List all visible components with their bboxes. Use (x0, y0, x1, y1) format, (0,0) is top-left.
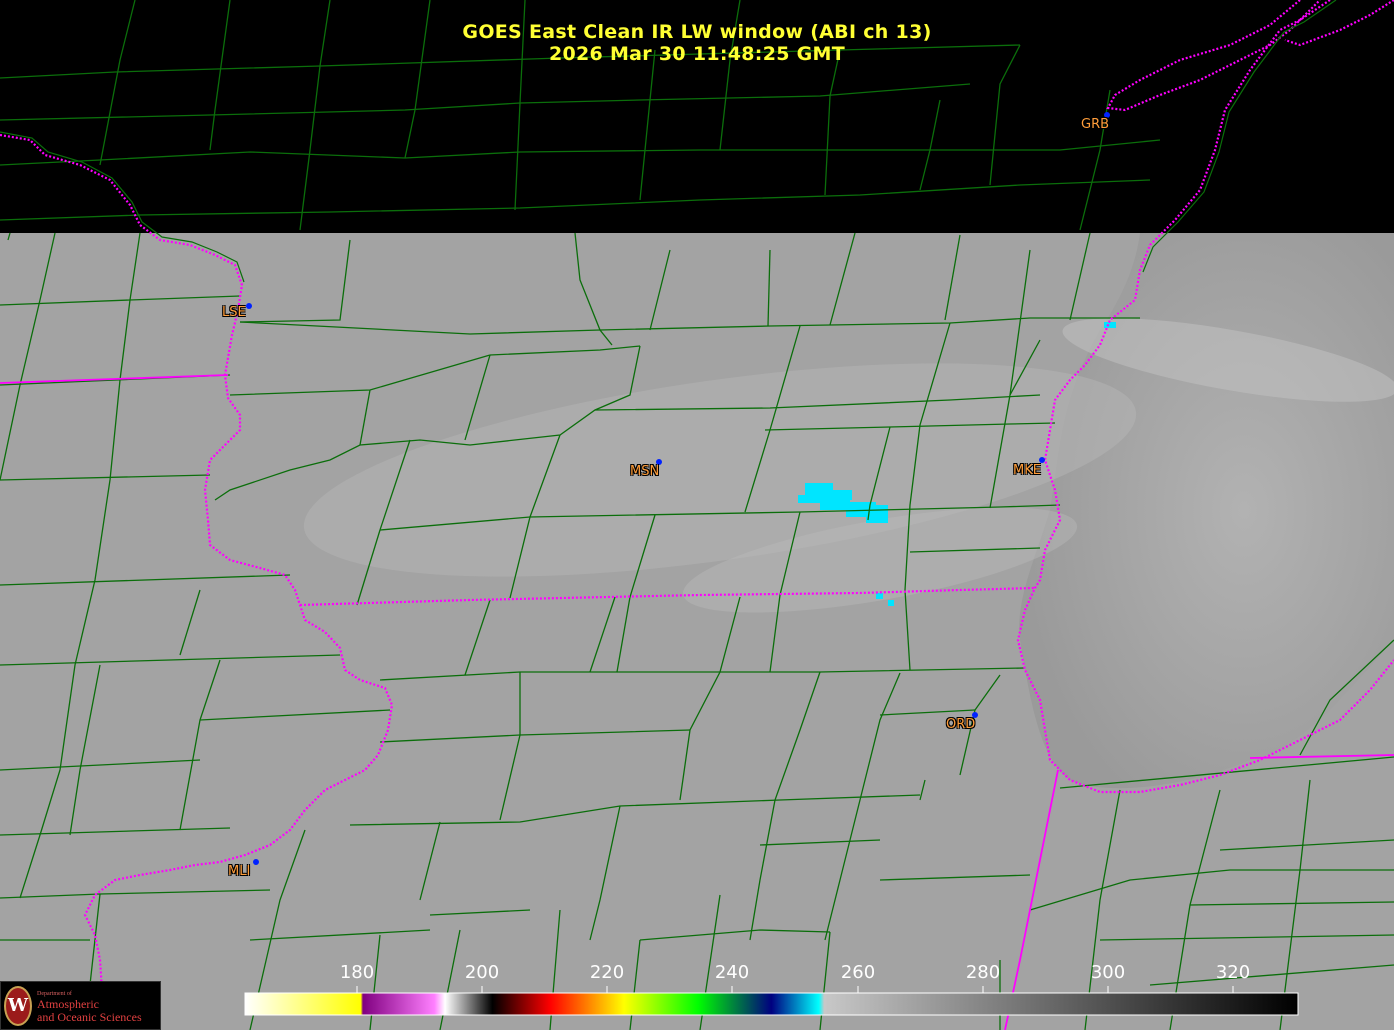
image-timestamp: 2026 Mar 30 11:48:25 GMT (548, 43, 846, 65)
city-label-mke: MKE (1013, 463, 1041, 478)
city-label-ord: ORD (946, 717, 976, 732)
colorbar-tick-label: 280 (965, 962, 1001, 983)
city-label-lse: LSE (222, 305, 246, 320)
colorbar-tick-label: 180 (339, 962, 375, 983)
uw-crest-icon: W (4, 986, 32, 1026)
city-marker-lse (246, 303, 252, 309)
logo-line2: and Oceanic Sciences (37, 1010, 142, 1024)
colorbar-tick-label: 240 (714, 962, 750, 983)
colorbar-tick-label: 320 (1215, 962, 1251, 983)
image-title: GOES East Clean IR LW window (ABI ch 13) (462, 21, 932, 43)
city-marker-mli (253, 859, 259, 865)
city-label-mli: MLI (228, 864, 251, 879)
satellite-map (0, 0, 1394, 1030)
colorbar-tick-label: 220 (589, 962, 625, 983)
colorbar (244, 992, 1299, 1016)
colorbar-tick-label: 260 (840, 962, 876, 983)
aos-logo: W Department of Atmospheric and Oceanic … (0, 981, 161, 1030)
city-label-msn: MSN (630, 464, 660, 479)
colorbar-tick-label: 300 (1090, 962, 1126, 983)
city-label-grb: GRB (1081, 117, 1110, 132)
colorbar-tick-label: 200 (464, 962, 500, 983)
